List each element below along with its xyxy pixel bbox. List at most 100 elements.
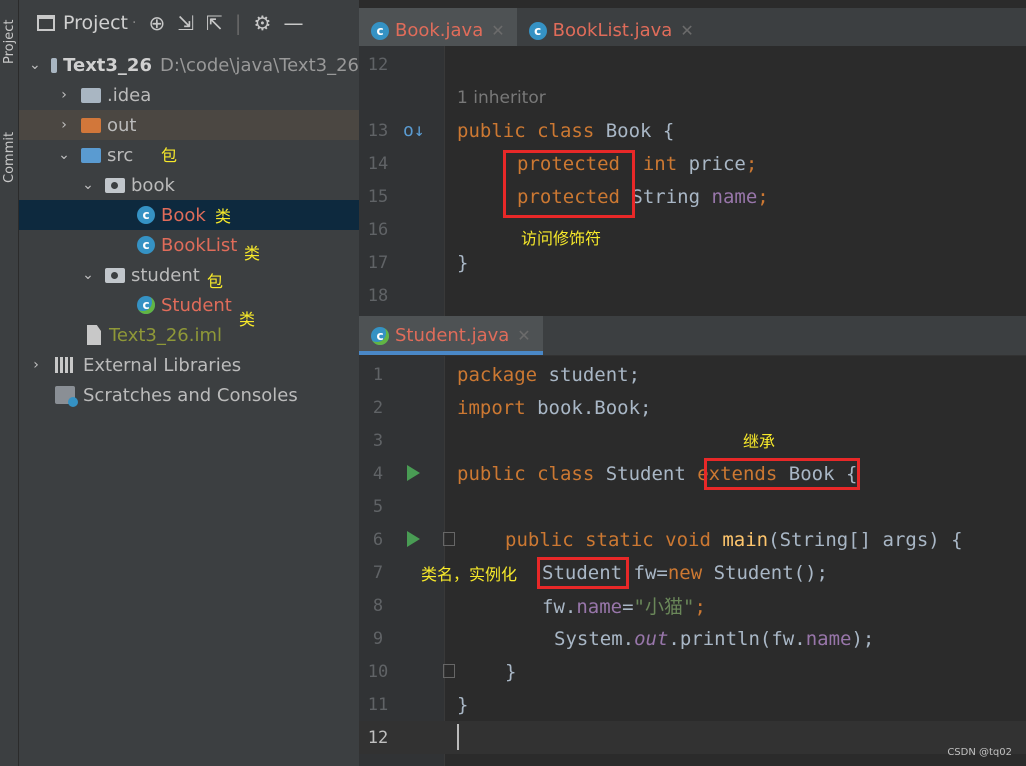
implemented-icon[interactable]: o↓ [403,120,425,141]
text-caret [457,724,459,750]
chevron-down-icon[interactable]: ⌄ [81,177,95,193]
gear-icon[interactable]: ⚙ [254,11,272,35]
tab-label: BookList.java [552,20,673,41]
tree-item-label: student [131,264,200,286]
tab-label: Book.java [395,20,484,41]
code-token: student; [537,363,641,386]
annotation-class: 类 [215,207,232,226]
run-icon[interactable] [407,465,420,481]
fold-icon[interactable] [443,532,455,546]
code-token: Student(); [702,561,829,584]
code-token: package [457,363,538,386]
tree-item-src[interactable]: ⌄ src 包 [19,140,359,170]
annotation-instantiate: 类名，实例化 [421,565,518,584]
line-number: 5 [372,496,384,517]
code-token: } [457,693,469,716]
expand-all-icon[interactable]: ⇲ [177,11,194,35]
tree-item-label: src [107,144,134,166]
book-java-editor[interactable]: 12 1 inheritor 13 o↓ public class Book {… [359,46,1026,316]
code-token: Book { [594,119,675,142]
code-token: name [711,185,758,208]
line-number: 11 [367,694,389,715]
code-token: Student [594,462,698,485]
runnable-class-icon: c [371,326,389,345]
tree-item-book-class[interactable]: c Book 类 [19,200,359,230]
run-icon[interactable] [407,531,420,547]
chevron-right-icon[interactable]: › [57,117,71,133]
tree-item-label: External Libraries [83,354,242,376]
class-icon: c [137,236,155,254]
code-token: ; [745,152,758,175]
line-number: 10 [367,661,389,682]
annotation-package: 包 [207,272,224,291]
highlight-box [704,458,860,490]
code-token: public class [457,462,595,485]
project-tool-tab[interactable]: Project [0,10,19,74]
dropdown-icon[interactable]: · [132,15,136,31]
root-name: Text3_26 [63,54,152,76]
code-token: } [457,251,469,274]
chevron-right-icon[interactable]: › [29,357,43,373]
line-number: 7 [372,562,384,583]
line-number: 16 [367,219,389,240]
tree-item-booklist-class[interactable]: c BookList 类 [19,230,359,263]
tree-item-out[interactable]: › out [19,110,359,140]
tree-item-student-class[interactable]: c Student 类 [19,290,359,329]
code-token: String [631,185,701,208]
tree-item-scratches[interactable]: Scratches and Consoles [19,380,359,410]
code-token: new [667,561,703,584]
scratches-icon [55,386,78,407]
tree-root[interactable]: ⌄ Text3_26 D:\code\java\Text3_26 [19,50,359,80]
code-token: main [722,528,769,551]
line-number: 4 [372,463,384,484]
fold-icon[interactable] [443,664,455,678]
class-icon: c [137,206,155,224]
line-number: 9 [372,628,384,649]
divider: | [234,11,242,35]
tree-item-idea[interactable]: › .idea [19,80,359,110]
code-token: name [576,596,623,618]
project-panel-header: Project · ⊕ ⇲ ⇱ | ⚙ — [19,0,359,46]
code-token: ); [851,627,875,650]
close-icon[interactable]: ✕ [517,326,530,345]
tree-item-book[interactable]: ⌄ book [19,170,359,200]
class-icon: c [371,21,389,40]
chevron-down-icon[interactable]: ⌄ [29,57,41,73]
chevron-down-icon[interactable]: ⌄ [57,147,71,163]
tree-item-label: out [107,114,137,136]
tab-label: Student.java [395,325,510,346]
commit-tool-tab[interactable]: Commit [0,118,19,196]
tab-student-java[interactable]: c Student.java ✕ [359,316,543,355]
chevron-down-icon[interactable]: ⌄ [81,267,95,283]
project-window-icon [37,15,55,31]
close-icon[interactable]: ✕ [491,21,504,40]
root-path: D:\code\java\Text3_26 [159,54,359,76]
annotation-package: 包 [161,146,178,165]
tree-item-student-pkg[interactable]: ⌄ student 包 [19,260,359,292]
tree-item-label: Scratches and Consoles [83,384,298,406]
tree-item-iml[interactable]: Text3_26.iml [19,320,359,350]
tree-item-external-libraries[interactable]: › External Libraries [19,350,359,380]
code-token: price [688,152,746,175]
line-number: 6 [372,529,384,550]
code-token: ; [757,185,769,208]
line-number: 17 [367,252,389,273]
tree-item-label: Text3_26.iml [109,324,223,346]
project-panel-title[interactable]: Project [63,12,128,34]
line-number: 1 [372,364,384,385]
chevron-right-icon[interactable]: › [57,87,71,103]
tree-item-label: BookList [161,234,238,256]
code-token: int [642,152,678,175]
inheritor-hint[interactable]: 1 inheritor [457,88,546,108]
tree-item-label: Book [161,204,206,226]
close-icon[interactable]: ✕ [680,21,693,40]
tool-window-strip: Project Commit [0,0,19,766]
collapse-all-icon[interactable]: ⇱ [206,11,223,35]
student-java-editor[interactable]: 1 package student; 2 import book.Book; 3 继… [359,356,1026,766]
line-number: 13 [367,120,389,141]
tree-item-label: Student [161,294,232,316]
locate-icon[interactable]: ⊕ [148,11,165,35]
hide-icon[interactable]: — [283,11,303,35]
line-number: 15 [367,186,389,207]
code-token: "小猫" [633,596,695,618]
